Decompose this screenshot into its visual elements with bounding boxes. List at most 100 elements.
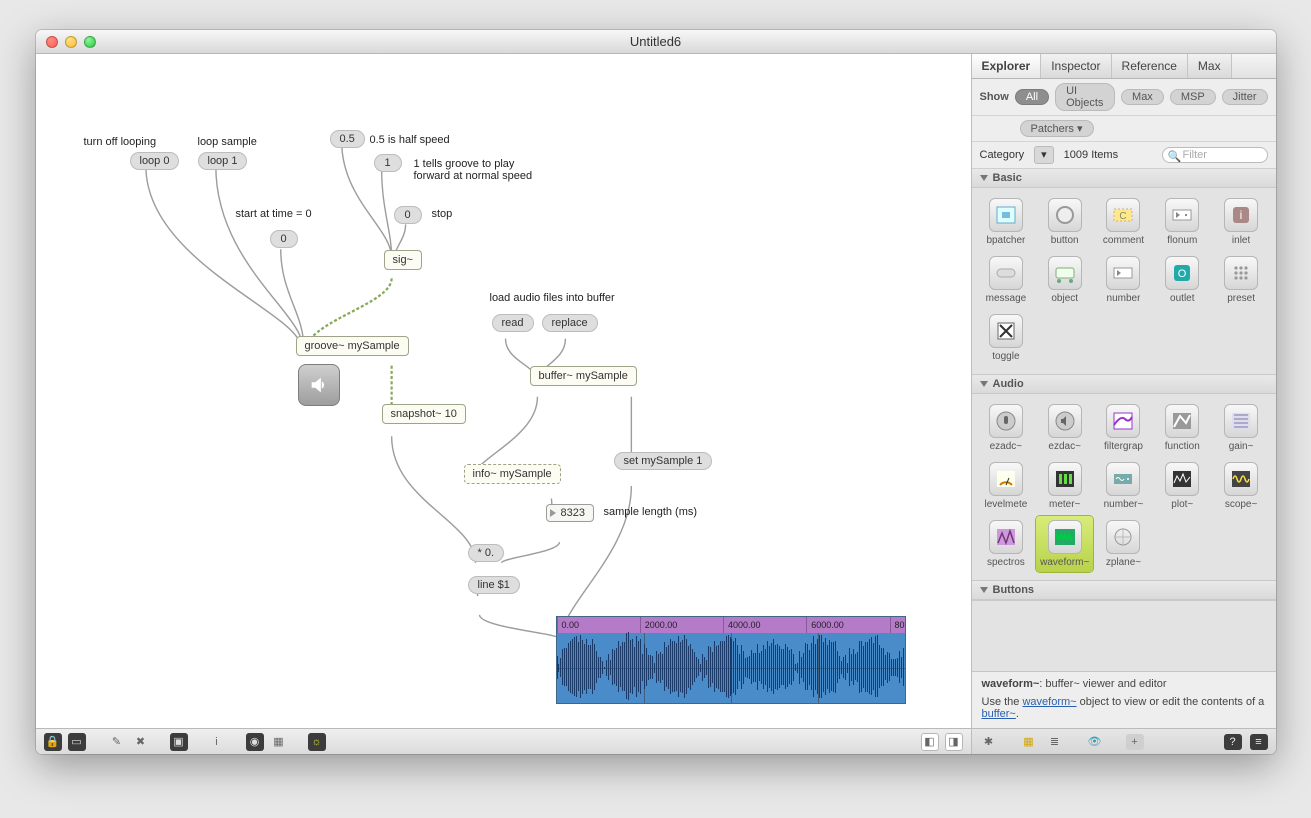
palette-icon	[1048, 462, 1082, 496]
lock-icon[interactable]: 🔒	[44, 733, 62, 751]
message-1[interactable]: 1	[374, 154, 402, 172]
patcher-canvas[interactable]: .cord{fill:none;stroke:#9c9c9c;stroke-wi…	[36, 54, 972, 754]
message-replace[interactable]: replace	[542, 314, 598, 332]
grid-icon[interactable]: ▦	[270, 733, 288, 751]
palette-label: message	[986, 293, 1027, 304]
message-loop-0[interactable]: loop 0	[130, 152, 180, 170]
palette-item-levelmete[interactable]: levelmete	[978, 458, 1035, 514]
palette-item-flonum[interactable]: flonum	[1154, 194, 1211, 250]
category-dropdown[interactable]: ▾	[1034, 146, 1054, 164]
palette-label: button	[1051, 235, 1079, 246]
gear-icon[interactable]: ✱	[980, 734, 998, 750]
pill-jitter[interactable]: Jitter	[1222, 89, 1268, 105]
palette-item-number[interactable]: number~	[1095, 458, 1152, 514]
object-groove[interactable]: groove~ mySample	[296, 336, 409, 356]
eye-icon[interactable]: 👁	[1086, 734, 1104, 750]
palette-item-outlet[interactable]: Ooutlet	[1154, 252, 1211, 308]
tool-icon[interactable]: ✖	[132, 733, 150, 751]
number-sample-length[interactable]: 8323	[546, 504, 594, 522]
palette-icon	[1224, 404, 1258, 438]
message-set-mysample[interactable]: set mySample 1	[614, 452, 713, 470]
pill-all[interactable]: All	[1015, 89, 1049, 105]
palette-item-number[interactable]: number	[1095, 252, 1152, 308]
comment-load-files: load audio files into buffer	[488, 290, 617, 306]
zoom-icon[interactable]	[84, 36, 96, 48]
palette-item-zplane[interactable]: zplane~	[1095, 516, 1152, 572]
palette-label: preset	[1227, 293, 1255, 304]
new-object-icon[interactable]: ▭	[68, 733, 86, 751]
debug-icon[interactable]: ☼	[308, 733, 326, 751]
info-icon[interactable]: i	[208, 733, 226, 751]
palette-item-spectros[interactable]: spectros	[978, 516, 1035, 572]
help-icon[interactable]: ?	[1224, 734, 1242, 750]
message-0-start[interactable]: 0	[270, 230, 298, 248]
object-sig[interactable]: sig~	[384, 250, 423, 270]
number-value: 8323	[561, 507, 585, 519]
object-info[interactable]: info~ mySample	[464, 464, 561, 484]
palette-item-preset[interactable]: preset	[1213, 252, 1270, 308]
palette-item-ezdac[interactable]: ezdac~	[1036, 400, 1093, 456]
palette-item-scope[interactable]: scope~	[1213, 458, 1270, 514]
tab-reference[interactable]: Reference	[1112, 54, 1188, 78]
tab-inspector[interactable]: Inspector	[1041, 54, 1111, 78]
palette-item-plot[interactable]: plot~	[1154, 458, 1211, 514]
menu-icon[interactable]: ≡	[1250, 734, 1268, 750]
minimize-icon[interactable]	[65, 36, 77, 48]
palette-item-object[interactable]: object	[1036, 252, 1093, 308]
palette-label: levelmete	[984, 499, 1027, 510]
show-label: Show	[980, 91, 1009, 103]
palette-item-toggle[interactable]: toggle	[978, 310, 1035, 366]
help-link-waveform[interactable]: waveform~	[1022, 696, 1076, 708]
palette-icon	[1106, 520, 1140, 554]
message-loop-1[interactable]: loop 1	[198, 152, 248, 170]
palette-item-button[interactable]: button	[1036, 194, 1093, 250]
section-header-buttons[interactable]: Buttons	[972, 581, 1276, 600]
palette-icon: O	[1165, 256, 1199, 290]
object-buffer[interactable]: buffer~ mySample	[530, 366, 637, 386]
palette-label: flonum	[1167, 235, 1197, 246]
message-read[interactable]: read	[492, 314, 534, 332]
list-view-icon[interactable]: ≣	[1046, 734, 1064, 750]
tool-icon[interactable]: ✎	[108, 733, 126, 751]
help-link-buffer[interactable]: buffer~	[982, 708, 1016, 720]
titlebar[interactable]: Untitled6	[36, 30, 1276, 54]
chevron-down-icon	[980, 587, 988, 593]
search-input[interactable]: 🔍 Filter	[1162, 147, 1268, 163]
close-icon[interactable]	[46, 36, 58, 48]
play-triangle-icon	[550, 509, 556, 517]
message-times-zero[interactable]: * 0.	[468, 544, 505, 562]
palette-item-gain[interactable]: gain~	[1213, 400, 1270, 456]
section-header-audio[interactable]: Audio	[972, 375, 1276, 394]
palette-item-comment[interactable]: Ccomment	[1095, 194, 1152, 250]
tool-icon[interactable]: ◉	[246, 733, 264, 751]
palette-item-ezadc[interactable]: ezadc~	[978, 400, 1035, 456]
view-toggle-icon[interactable]: ◨	[945, 733, 963, 751]
object-palette[interactable]: Basic bpatcher button Ccomment flonum iinlet…	[972, 169, 1276, 671]
view-toggle-icon[interactable]: ◧	[921, 733, 939, 751]
add-icon[interactable]: +	[1126, 734, 1144, 750]
palette-label: plot~	[1171, 499, 1193, 510]
section-header-basic[interactable]: Basic	[972, 169, 1276, 188]
palette-item-message[interactable]: message	[978, 252, 1035, 308]
presentation-icon[interactable]: ▣	[170, 733, 188, 751]
palette-item-inlet[interactable]: iinlet	[1213, 194, 1270, 250]
pill-ui-objects[interactable]: UI Objects	[1055, 83, 1115, 111]
message-0-stop[interactable]: 0	[394, 206, 422, 224]
palette-item-waveform[interactable]: waveform~	[1036, 516, 1093, 572]
message-line[interactable]: line $1	[468, 576, 520, 594]
tab-explorer[interactable]: Explorer	[972, 54, 1042, 78]
pill-patchers[interactable]: Patchers ▾	[1020, 120, 1094, 137]
palette-item-function[interactable]: function	[1154, 400, 1211, 456]
palette-item-meter[interactable]: meter~	[1036, 458, 1093, 514]
palette-label: function	[1165, 441, 1200, 452]
pill-msp[interactable]: MSP	[1170, 89, 1216, 105]
pill-max[interactable]: Max	[1121, 89, 1164, 105]
palette-item-filtergrap[interactable]: filtergrap	[1095, 400, 1152, 456]
object-snapshot[interactable]: snapshot~ 10	[382, 404, 466, 424]
grid-view-icon[interactable]: ▦	[1020, 734, 1038, 750]
waveform-display[interactable]: 0.00 2000.00 4000.00 6000.00 80	[556, 616, 906, 704]
ezdac-button[interactable]	[298, 364, 340, 406]
palette-item-bpatcher[interactable]: bpatcher	[978, 194, 1035, 250]
message-0-5[interactable]: 0.5	[330, 130, 365, 148]
tab-max[interactable]: Max	[1188, 54, 1232, 78]
